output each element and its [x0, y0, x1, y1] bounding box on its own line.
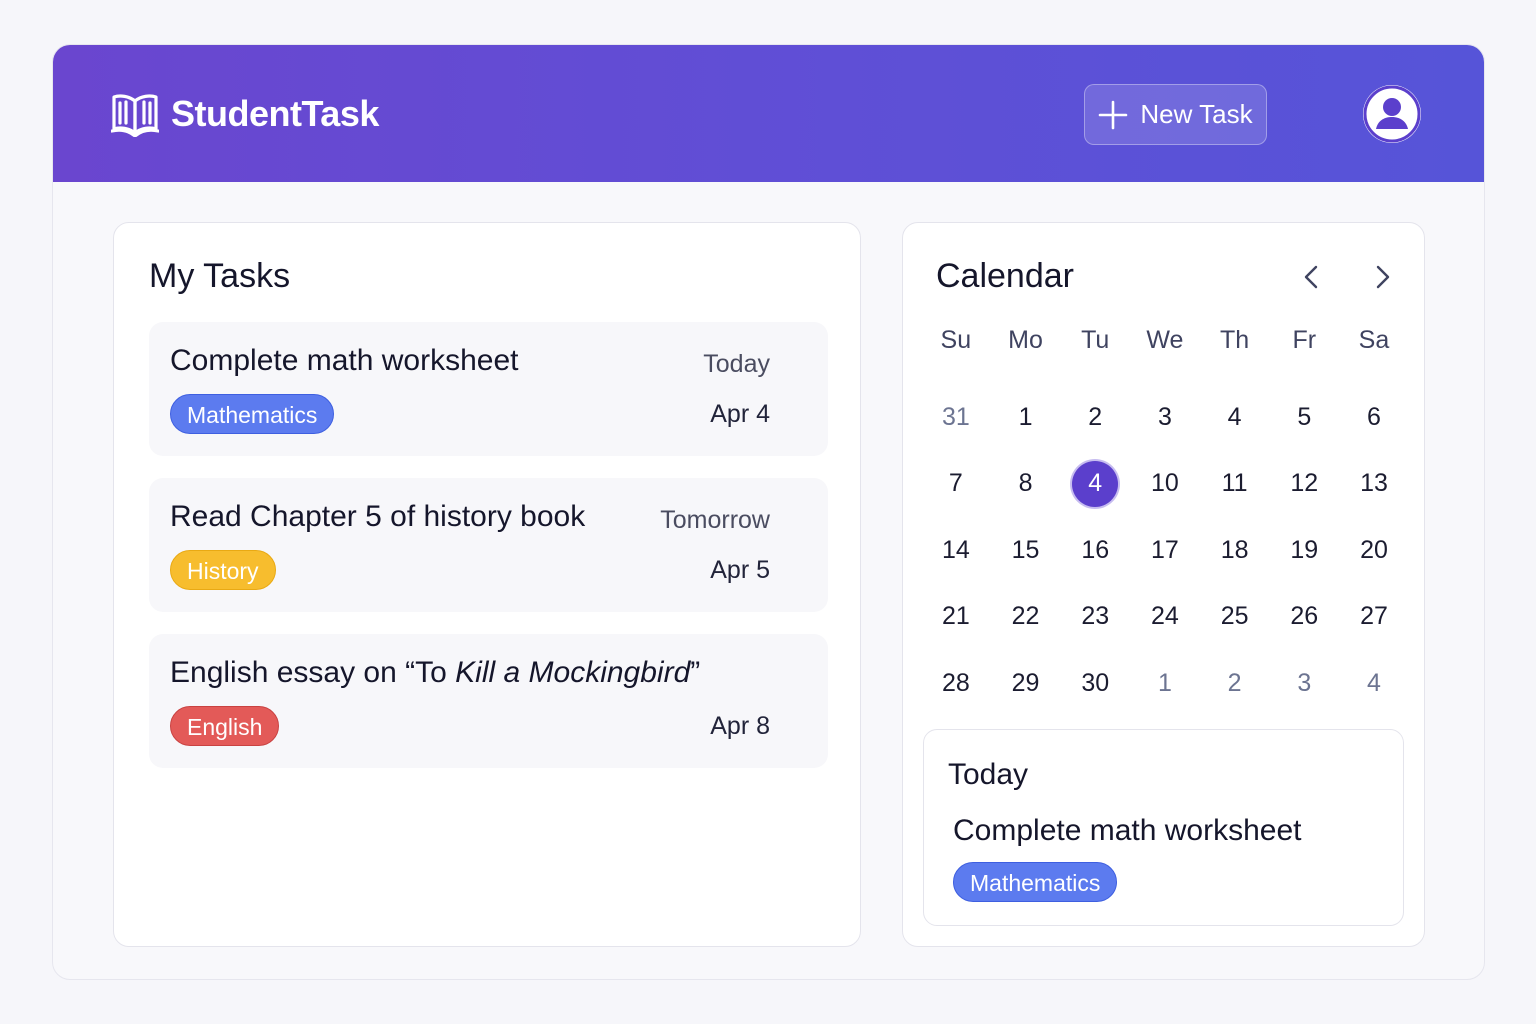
tasks-title: My Tasks	[149, 257, 291, 295]
calendar-day[interactable]: 12	[1269, 451, 1339, 518]
chevron-right-icon	[1376, 265, 1390, 289]
calendar-day[interactable]: 19	[1269, 517, 1339, 584]
task-card[interactable]: Complete math worksheet Today Mathematic…	[149, 322, 828, 456]
calendar-day[interactable]: 29	[991, 650, 1061, 717]
calendar-day[interactable]: 18	[1200, 517, 1270, 584]
calendar-day[interactable]: 2	[1200, 650, 1270, 717]
weekday-header: Sa	[1358, 325, 1390, 354]
task-card[interactable]: English essay on “To Kill a Mockingbird”…	[149, 634, 828, 768]
today-label: Today	[948, 758, 1029, 791]
header-bar: StudentTask New Task	[53, 45, 1484, 182]
app-window: StudentTask New Task My Tasks Complete m…	[52, 44, 1485, 980]
calendar-day[interactable]: 4	[1060, 451, 1130, 518]
tasks-panel: My Tasks Complete math worksheet Today M…	[113, 222, 861, 947]
subject-tag[interactable]: History	[170, 550, 276, 590]
prev-month-button[interactable]	[1297, 262, 1327, 292]
calendar-day[interactable]: 1	[1130, 650, 1200, 717]
calendar-day[interactable]: 28	[921, 650, 991, 717]
calendar-day[interactable]: 20	[1339, 517, 1409, 584]
task-due-label: Tomorrow	[660, 506, 770, 534]
calendar-day[interactable]: 3	[1269, 650, 1339, 717]
weekday-header: Su	[940, 325, 972, 354]
app-logo[interactable]: StudentTask	[111, 91, 379, 137]
calendar-day[interactable]: 31	[921, 384, 991, 451]
weekday-header: Th	[1220, 325, 1250, 354]
calendar-day[interactable]: 10	[1130, 451, 1200, 518]
today-section: Today Complete math worksheet Mathematic…	[923, 729, 1404, 926]
calendar-day[interactable]: 16	[1060, 517, 1130, 584]
task-due-label: Today	[703, 350, 770, 378]
calendar-title: Calendar	[936, 257, 1074, 295]
calendar-day[interactable]: 3	[1130, 384, 1200, 451]
calendar-day[interactable]: 1	[991, 384, 1061, 451]
app-name: StudentTask	[171, 93, 379, 134]
calendar-day[interactable]: 22	[991, 584, 1061, 651]
calendar-panel: Calendar Su Mo Tu We Th Fr Sa 31 1 2 3 4 5 6 7 8 4 10 11 12…	[902, 222, 1425, 947]
calendar-day[interactable]: 25	[1200, 584, 1270, 651]
calendar-day[interactable]: 23	[1060, 584, 1130, 651]
task-title-suffix: ”	[690, 656, 701, 689]
calendar-day[interactable]: 26	[1269, 584, 1339, 651]
calendar-day[interactable]: 11	[1200, 451, 1270, 518]
new-task-label: New Task	[1140, 99, 1253, 129]
weekday-header: Fr	[1292, 325, 1317, 354]
task-due-date: Apr 5	[710, 556, 770, 584]
calendar-day[interactable]: 7	[921, 451, 991, 518]
calendar-day[interactable]: 15	[991, 517, 1061, 584]
calendar-day[interactable]: 5	[1269, 384, 1339, 451]
task-title-prefix: English essay on “To	[170, 656, 456, 689]
chevron-left-icon	[1304, 265, 1318, 289]
calendar-day[interactable]: 27	[1339, 584, 1409, 651]
calendar-day[interactable]: 21	[921, 584, 991, 651]
subject-tag[interactable]: Mathematics	[170, 394, 335, 434]
user-avatar-icon	[1363, 85, 1421, 143]
calendar-day[interactable]: 6	[1339, 384, 1409, 451]
subject-tag[interactable]: English	[170, 706, 280, 746]
task-title-italic: Kill a Mockingbird	[455, 656, 691, 689]
open-book-icon	[111, 94, 159, 137]
task-title: English essay on “To Kill a Mockingbird”	[170, 656, 700, 690]
calendar-day[interactable]: 24	[1130, 584, 1200, 651]
calendar-day[interactable]: 14	[921, 517, 991, 584]
calendar-day[interactable]: 4	[1339, 650, 1409, 717]
subject-tag[interactable]: Mathematics	[953, 862, 1118, 902]
today-task-title[interactable]: Complete math worksheet	[953, 814, 1302, 848]
weekday-header: Tu	[1081, 325, 1110, 354]
task-title: Complete math worksheet	[170, 344, 519, 377]
calendar-day[interactable]: 4	[1200, 384, 1270, 451]
new-task-button[interactable]: New Task	[1084, 84, 1267, 145]
calendar-day[interactable]: 8	[991, 451, 1061, 518]
task-due-date: Apr 8	[710, 712, 770, 740]
next-month-button[interactable]	[1367, 262, 1397, 292]
task-card[interactable]: Read Chapter 5 of history book Tomorrow …	[149, 478, 828, 612]
calendar-day[interactable]: 2	[1060, 384, 1130, 451]
avatar[interactable]	[1363, 85, 1421, 143]
plus-icon	[1099, 100, 1128, 129]
selected-day[interactable]: 4	[1072, 460, 1119, 507]
task-title: Read Chapter 5 of history book	[170, 500, 586, 533]
calendar-grid: Su Mo Tu We Th Fr Sa 31 1 2 3 4 5 6 7 8 4 10 11 12 13 14 15 16 1…	[921, 318, 1409, 717]
weekday-header: Mo	[1008, 325, 1043, 354]
calendar-day[interactable]: 30	[1060, 650, 1130, 717]
weekday-header: We	[1146, 325, 1184, 354]
task-due-date: Apr 4	[710, 400, 770, 428]
calendar-day[interactable]: 13	[1339, 451, 1409, 518]
calendar-day[interactable]: 17	[1130, 517, 1200, 584]
